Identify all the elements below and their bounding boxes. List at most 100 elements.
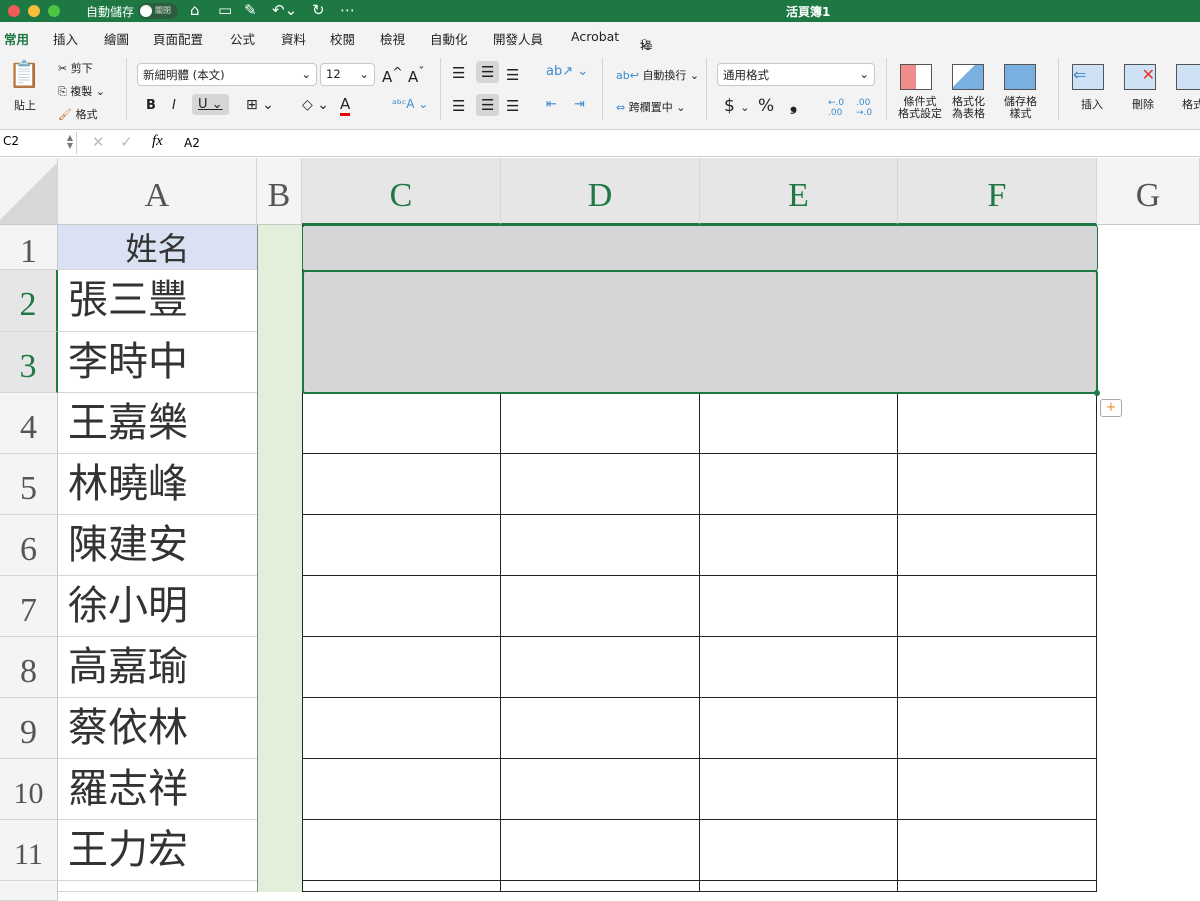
format-painter-button[interactable]: 🖌 格式 [58,106,97,122]
conditional-format-button[interactable]: 條件式 格式設定 [898,96,942,120]
cell-D11[interactable] [501,820,700,881]
save-as-icon[interactable]: ✎ [244,1,257,19]
cell-E11[interactable] [700,820,898,881]
select-all-corner[interactable] [0,158,58,225]
cell-C3[interactable]: A6 [302,332,501,393]
enter-icon[interactable]: ✓ [120,133,133,151]
align-right-button[interactable]: ☰ [506,97,519,115]
cell-C4[interactable] [302,393,501,454]
cell-F12[interactable] [898,881,1097,892]
cell-D1[interactable]: B [501,225,700,271]
cell-F9[interactable] [898,698,1097,759]
delete-button[interactable]: 刪除 [1132,96,1154,112]
orientation-button[interactable]: ab↗ ⌄ [546,64,588,79]
cell-E3[interactable]: A8 [700,332,898,393]
format-button[interactable]: 格式 [1182,96,1200,112]
cell-F7[interactable] [898,576,1097,637]
cell-E6[interactable] [700,515,898,576]
cell-A1[interactable]: 姓名 [58,225,257,270]
cell-F1[interactable]: D [898,225,1097,271]
increase-font-button[interactable]: A^ [382,64,403,86]
cell-F3[interactable]: A9 [898,332,1097,393]
cell-C7[interactable] [302,576,501,637]
cell-D6[interactable] [501,515,700,576]
column-header-E[interactable]: E [700,158,898,225]
align-left-button[interactable]: ☰ [452,97,465,115]
font-size-select[interactable]: 12 ⌄ [320,63,375,86]
cell-D4[interactable] [501,393,700,454]
tab-4[interactable]: 公式 [230,29,255,48]
align-center-button[interactable]: ☰ [476,94,500,116]
cell-C5[interactable] [302,454,501,515]
more-icon[interactable]: ⋯ [340,1,355,19]
align-middle-button[interactable]: ☰ [476,61,500,83]
cell-E9[interactable] [700,698,898,759]
tab-8[interactable]: 自動化 [430,29,468,48]
tab-5[interactable]: 資料 [281,29,306,48]
row-header-11[interactable]: 11 [0,820,58,881]
cell-A9[interactable]: 蔡依林 [58,698,257,759]
cell-E7[interactable] [700,576,898,637]
cell-styles-icon[interactable] [1004,64,1036,90]
cell-A3[interactable]: 李時中 [58,332,257,393]
font-name-select[interactable]: 新細明體 (本文) ⌄ [137,63,317,86]
cell-C9[interactable] [302,698,501,759]
format-as-table-icon[interactable] [952,64,984,90]
align-bottom-button[interactable]: ☰ [506,66,519,84]
minimize-window-button[interactable] [28,5,40,17]
insert-function-icon[interactable]: fx [152,133,163,150]
merge-center-button[interactable]: ⇔ 跨欄置中 ⌄ [616,99,685,115]
maximize-window-button[interactable] [48,5,60,17]
increase-decimal-button[interactable]: ←.0 .00 [828,98,846,118]
cell-C10[interactable] [302,759,501,820]
cell-styles-button[interactable]: 儲存格 樣式 [1004,96,1037,120]
cell-D7[interactable] [501,576,700,637]
tab-10[interactable]: Acrobat [571,29,619,44]
column-header-A[interactable]: A [58,158,257,225]
increase-indent-button[interactable]: ⇥ [574,97,585,112]
row-header-3[interactable]: 3 [0,332,58,393]
cell-A10[interactable]: 羅志祥 [58,759,257,820]
cell-C1[interactable]: A [302,225,501,271]
cell-A11[interactable]: 王力宏 [58,820,257,881]
cell-F2[interactable]: A5 [898,270,1097,332]
paste-icon[interactable]: 📋 [8,60,40,90]
tab-0[interactable]: 常用 [4,29,29,54]
row-header-1[interactable]: 1 [0,225,58,270]
cell-E1[interactable]: C [700,225,898,271]
tab-1[interactable]: 插入 [53,29,78,48]
row-header-6[interactable]: 6 [0,515,58,576]
cell-F6[interactable] [898,515,1097,576]
cell-C6[interactable] [302,515,501,576]
cell-D2[interactable]: A3 [501,270,700,332]
column-header-B[interactable]: B [257,158,302,225]
number-format-select[interactable]: 通用格式 ⌄ [717,63,875,86]
tab-9[interactable]: 開發人員 [493,29,543,48]
cancel-icon[interactable]: ✕ [92,133,105,151]
delete-cells-icon[interactable]: ✕ [1124,64,1156,90]
row-header-4[interactable]: 4 [0,393,58,454]
paste-button[interactable]: 貼上 [14,97,36,113]
wrap-text-button[interactable]: ab↩ 自動換行 ⌄ [616,67,699,83]
tab-6[interactable]: 校閱 [330,29,355,48]
borders-button[interactable]: ⊞ ⌄ [246,97,274,113]
underline-button[interactable]: U ⌄ [192,94,229,115]
cell-D5[interactable] [501,454,700,515]
cell-A12[interactable] [58,881,257,892]
column-header-C[interactable]: C [302,158,501,225]
insert-cells-icon[interactable]: ⇐ [1072,64,1104,90]
cell-A7[interactable]: 徐小明 [58,576,257,637]
cell-E10[interactable] [700,759,898,820]
cell-F8[interactable] [898,637,1097,698]
row-header-9[interactable]: 9 [0,698,58,759]
fill-color-button[interactable]: ◇ ⌄ [302,97,329,113]
close-window-button[interactable] [8,5,20,17]
row-header-8[interactable]: 8 [0,637,58,698]
cell-F4[interactable] [898,393,1097,454]
tab-2[interactable]: 繪圖 [104,29,129,48]
autosave-toggle[interactable]: 關閉 [138,3,178,19]
cell-C8[interactable] [302,637,501,698]
redo-icon[interactable]: ↻ [312,1,325,19]
column-header-G[interactable]: G [1097,158,1200,225]
row-header-5[interactable]: 5 [0,454,58,515]
